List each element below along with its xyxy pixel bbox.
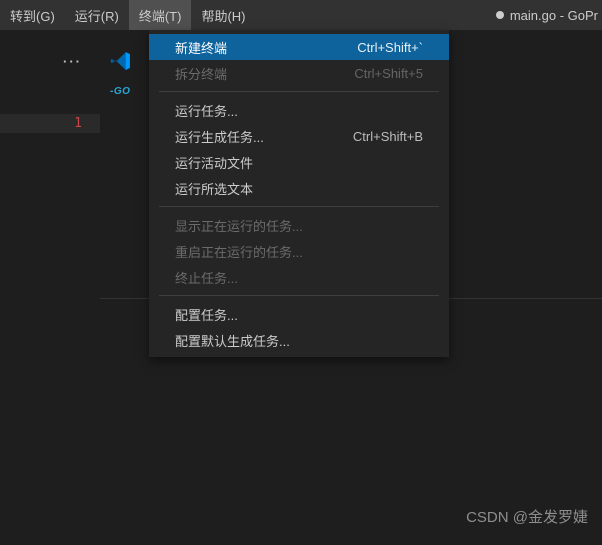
menu-item-shortcut: Ctrl+Shift+5 (354, 66, 423, 81)
menu-item[interactable]: 运行生成任务...Ctrl+Shift+B (149, 123, 449, 149)
menu-item[interactable]: 运行所选文本 (149, 175, 449, 201)
menu-item[interactable]: 配置任务... (149, 301, 449, 327)
menu-terminal[interactable]: 终端(T) (129, 0, 192, 30)
menu-item-label: 终止任务... (175, 268, 423, 287)
menu-separator (159, 206, 439, 207)
gutter: ··· 1 (0, 30, 100, 545)
menu-item: 重启正在运行的任务... (149, 238, 449, 264)
menu-item[interactable]: 配置默认生成任务... (149, 327, 449, 353)
menu-item-label: 重启正在运行的任务... (175, 242, 423, 261)
menu-item[interactable]: 运行活动文件 (149, 149, 449, 175)
menu-item[interactable]: 运行任务... (149, 97, 449, 123)
menu-item-shortcut: Ctrl+Shift+B (353, 129, 423, 144)
menu-item[interactable]: 新建终端Ctrl+Shift+` (149, 34, 449, 60)
vscode-icon (110, 50, 132, 72)
menu-help[interactable]: 帮助(H) (191, 0, 255, 30)
menu-item-label: 运行任务... (175, 101, 423, 120)
line-highlight (0, 114, 100, 133)
menu-item: 拆分终端Ctrl+Shift+5 (149, 60, 449, 86)
unsaved-dot-icon (496, 11, 504, 19)
menu-item: 显示正在运行的任务... (149, 212, 449, 238)
menu-item-label: 拆分终端 (175, 64, 354, 83)
menu-item: 终止任务... (149, 264, 449, 290)
menu-item-shortcut: Ctrl+Shift+` (357, 40, 423, 55)
menu-item-label: 运行所选文本 (175, 179, 423, 198)
title-text: main.go - GoPr (510, 8, 598, 23)
menubar: 转到(G) 运行(R) 终端(T) 帮助(H) main.go - GoPr (0, 0, 602, 30)
line-number: 1 (74, 116, 82, 131)
terminal-menu-dropdown: 新建终端Ctrl+Shift+`拆分终端Ctrl+Shift+5运行任务...运… (149, 30, 449, 357)
menu-item-label: 新建终端 (175, 38, 357, 57)
menu-item-label: 配置任务... (175, 305, 423, 324)
watermark: CSDN @金发罗婕 (466, 506, 588, 527)
menu-item-label: 配置默认生成任务... (175, 331, 423, 350)
menu-item-label: 显示正在运行的任务... (175, 216, 423, 235)
go-file-icon: -GO (110, 86, 130, 97)
menu-item-label: 运行活动文件 (175, 153, 423, 172)
menu-item-label: 运行生成任务... (175, 127, 353, 146)
more-icon[interactable]: ··· (63, 54, 82, 69)
window-title: main.go - GoPr (255, 0, 602, 30)
menu-separator (159, 91, 439, 92)
menu-run[interactable]: 运行(R) (65, 0, 129, 30)
menu-separator (159, 295, 439, 296)
menu-goto[interactable]: 转到(G) (0, 0, 65, 30)
